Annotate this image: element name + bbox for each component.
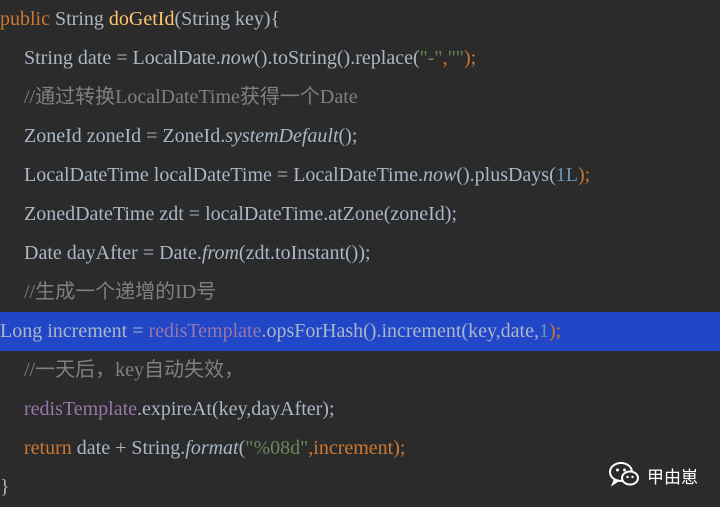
- token-text: (zdt.toInstant());: [238, 242, 371, 264]
- token-comment: //一天后，key自动失效，: [24, 359, 244, 381]
- token-text: LocalDateTime localDateTime = LocalDateT…: [24, 164, 423, 186]
- token-static-method: now: [422, 164, 457, 186]
- token-field: redisTemplate: [148, 320, 262, 342]
- token-number: 1L: [555, 164, 578, 186]
- token-text: ,increment);: [308, 437, 406, 459]
- code-line-11[interactable]: redisTemplate.expireAt(key,dayAfter);: [0, 390, 720, 429]
- code-line-10[interactable]: //一天后，key自动失效，: [0, 351, 720, 390]
- watermark-text: 甲由崽: [647, 467, 698, 488]
- token-method-name: doGetId: [108, 8, 175, 30]
- token-string: "%08d": [245, 437, 309, 459]
- token-text: }: [0, 476, 10, 498]
- token-comment: //生成一个递增的ID号: [24, 281, 217, 303]
- token-text: Long increment =: [0, 320, 149, 342]
- token-text: ().plusDays(: [456, 164, 556, 186]
- token-string: "-": [419, 47, 443, 69]
- code-line-9-selected[interactable]: Long increment = redisTemplate.opsForHas…: [0, 312, 720, 351]
- code-line-1[interactable]: public String doGetId(String key){: [0, 0, 720, 39]
- token-static-method: from: [201, 242, 239, 264]
- token-number: 1: [538, 320, 549, 342]
- token-text: );: [577, 164, 591, 186]
- code-line-7[interactable]: Date dayAfter = Date.from(zdt.toInstant(…: [0, 234, 720, 273]
- token-text: ZonedDateTime zdt = localDateTime.atZone…: [24, 203, 458, 225]
- token-text: );: [548, 320, 562, 342]
- code-line-4[interactable]: ZoneId zoneId = ZoneId.systemDefault();: [0, 117, 720, 156]
- token-text: (String key){: [174, 8, 281, 30]
- code-line-2[interactable]: String date = LocalDate.now().toString()…: [0, 39, 720, 78]
- code-line-8[interactable]: //生成一个递增的ID号: [0, 273, 720, 312]
- token-text: );: [463, 47, 477, 69]
- code-line-6[interactable]: ZonedDateTime zdt = localDateTime.atZone…: [0, 195, 720, 234]
- token-static-method: systemDefault: [225, 125, 339, 147]
- wechat-icon: [609, 462, 639, 487]
- code-editor[interactable]: public String doGetId(String key){ Strin…: [0, 0, 720, 505]
- token-keyword: return: [24, 437, 77, 459]
- token-text: ().toString().replace(: [254, 47, 420, 69]
- token-text: String date = LocalDate.: [24, 47, 221, 69]
- token-string: "": [447, 47, 464, 69]
- watermark: 甲由崽: [609, 462, 698, 488]
- code-line-3[interactable]: //通过转换LocalDateTime获得一个Date: [0, 78, 720, 117]
- token-text: date + String.: [76, 437, 186, 459]
- token-text: .opsForHash().increment(key,date,: [261, 320, 539, 342]
- token-text: ();: [338, 125, 358, 147]
- token-static-method: now: [220, 47, 255, 69]
- token-keyword: public: [0, 8, 55, 30]
- token-comment: //通过转换LocalDateTime获得一个Date: [24, 86, 358, 108]
- code-line-5[interactable]: LocalDateTime localDateTime = LocalDateT…: [0, 156, 720, 195]
- token-type: String: [55, 8, 109, 30]
- token-text: .expireAt(key,dayAfter);: [137, 398, 335, 420]
- token-text: ZoneId zoneId = ZoneId.: [24, 125, 226, 147]
- token-text: Date dayAfter = Date.: [24, 242, 202, 264]
- token-field: redisTemplate: [24, 398, 137, 420]
- token-static-method: format: [185, 437, 239, 459]
